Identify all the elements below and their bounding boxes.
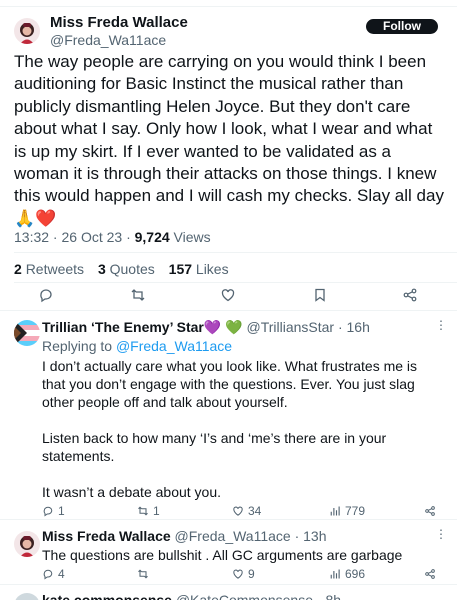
retweet-action[interactable]: 1 [137, 504, 160, 518]
likes-count: 157 [168, 261, 193, 277]
like-icon [233, 569, 243, 579]
share-action[interactable] [424, 567, 436, 581]
comment-icon[interactable] [38, 287, 54, 303]
retweets-count: 2 [14, 261, 22, 277]
retweets-stat[interactable]: 2 Retweets [14, 261, 84, 277]
divider [0, 310, 457, 311]
divider [0, 584, 457, 585]
reply-author-name[interactable]: Trillian ‘The Enemy’ Star💜 💚 [42, 319, 243, 335]
like-count: 34 [248, 504, 262, 518]
reply-action[interactable]: 1 [42, 504, 65, 518]
retweet-icon [138, 506, 148, 516]
views-icon [330, 506, 340, 516]
views-count: 779 [345, 504, 366, 518]
bookmark-icon[interactable] [312, 287, 328, 303]
reply-header: Trillian ‘The Enemy’ Star💜 💚 @TrilliansS… [42, 318, 370, 336]
divider [14, 252, 457, 253]
tweet-actions [0, 287, 457, 305]
avatar[interactable] [14, 531, 40, 557]
retweet-icon[interactable] [130, 287, 146, 303]
retweet-action[interactable] [137, 567, 153, 581]
quotes-label: Quotes [109, 261, 155, 277]
reply-text: The questions are bullshit . All GC argu… [42, 547, 403, 563]
avatar[interactable] [14, 18, 40, 44]
retweets-label: Retweets [25, 261, 85, 277]
share-action[interactable] [424, 504, 436, 518]
comment-icon [43, 506, 53, 517]
retweet-count: 1 [153, 504, 160, 518]
reply-author-name[interactable]: kate commonsense [42, 592, 172, 600]
likes-stat[interactable]: 157 Likes [169, 261, 229, 277]
reply-actions: 1 1 34 779 [42, 504, 442, 518]
like-count: 9 [248, 567, 255, 581]
views-count: 696 [345, 567, 366, 581]
reply-header: kate commonsense @KateCommonsense · 8h [42, 591, 341, 600]
comment-icon [43, 569, 53, 580]
views-icon [330, 569, 340, 579]
reply-text: I don’t actually care what you look like… [42, 358, 418, 500]
reply-author-handle[interactable]: @TrilliansStar · 16h [246, 319, 369, 335]
follow-button[interactable]: Follow [366, 19, 438, 34]
author-display-name[interactable]: Miss Freda Wallace [50, 14, 188, 31]
views-action[interactable]: 779 [329, 504, 365, 518]
reply-count: 4 [58, 567, 65, 581]
tweet-text: The way people are carrying on you would… [14, 52, 449, 228]
reply-count: 1 [58, 504, 65, 518]
divider [14, 282, 457, 283]
replying-handle-link[interactable]: @Freda_Wa11ace [116, 338, 232, 354]
author-handle[interactable]: @Freda_Wa11ace [50, 31, 188, 49]
like-icon[interactable] [220, 287, 236, 303]
share-icon [425, 506, 435, 516]
quotes-count: 3 [97, 261, 106, 277]
reply-actions: 4 9 696 [42, 567, 442, 581]
share-icon [425, 569, 435, 579]
quotes-stat[interactable]: 3 Quotes [98, 261, 155, 277]
retweet-icon [138, 569, 148, 579]
views-action[interactable]: 696 [329, 567, 365, 581]
share-icon[interactable] [402, 287, 418, 303]
tweet-meta: 13:32 · 26 Oct 23 · 9,724 Views [14, 229, 211, 245]
reply-author-handle[interactable]: @Freda_Wa11ace · 13h [175, 528, 327, 544]
author-names: Miss Freda Wallace @Freda_Wa11ace [50, 14, 188, 49]
tweet-author: Miss Freda Wallace @Freda_Wa11ace Follow [14, 14, 444, 48]
replying-to: Replying to @Freda_Wa11ace [42, 337, 232, 355]
like-action[interactable]: 34 [232, 504, 261, 518]
replying-prefix: Replying to [42, 338, 116, 354]
divider [0, 519, 457, 520]
likes-label: Likes [195, 261, 229, 277]
tweet-stats: 2 Retweets 3 Quotes 157 Likes [14, 261, 239, 277]
more-options-icon[interactable]: ⋮ [435, 527, 447, 541]
avatar[interactable] [14, 593, 40, 600]
reply-action[interactable]: 4 [42, 567, 65, 581]
like-action[interactable]: 9 [232, 567, 255, 581]
top-divider [0, 6, 457, 7]
views-label: Views [169, 229, 211, 245]
views-count: 9,724 [134, 229, 170, 245]
reply-header: Miss Freda Wallace @Freda_Wa11ace · 13h [42, 527, 327, 545]
more-options-icon[interactable]: ⋮ [435, 318, 447, 332]
avatar[interactable] [14, 320, 40, 346]
like-icon [233, 506, 243, 516]
reply-author-name[interactable]: Miss Freda Wallace [42, 528, 171, 544]
tweet-time[interactable]: 13:32 · 26 Oct 23 · [14, 229, 135, 245]
reply-author-handle[interactable]: @KateCommonsense · 8h [176, 592, 341, 600]
